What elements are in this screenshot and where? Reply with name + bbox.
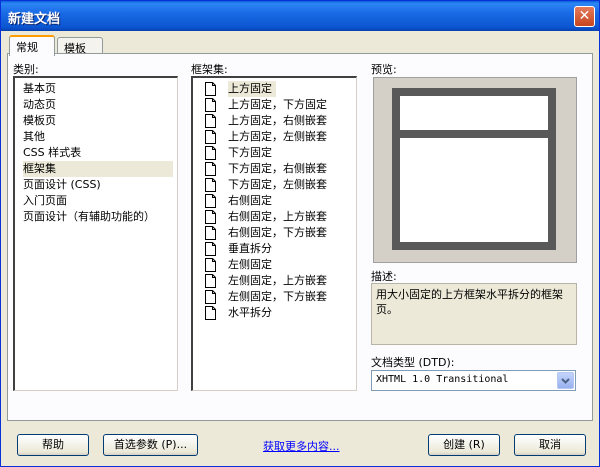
preferences-button[interactable]: 首选参数 (P)... (103, 434, 198, 456)
chevron-down-icon (561, 378, 570, 384)
create-button[interactable]: 创建 (R) (428, 434, 500, 456)
frameset-item[interactable]: 下方固定，左侧嵌套 (195, 177, 355, 193)
document-icon (205, 194, 216, 208)
frameset-item-label: 上方固定，右侧嵌套 (228, 114, 327, 127)
category-item-starter-pages[interactable]: 入门页面 (23, 193, 67, 209)
frameset-item-label: 左侧固定，下方嵌套 (228, 290, 327, 303)
window-title: 新建文档 (8, 12, 61, 27)
help-button[interactable]: 帮助 (17, 434, 89, 456)
frameset-item[interactable]: 右侧固定 (195, 193, 355, 209)
document-icon (205, 306, 216, 320)
document-icon (205, 274, 216, 288)
doctype-select[interactable]: XHTML 1.0 Transitional (371, 370, 576, 391)
frameset-item-label: 下方固定，右侧嵌套 (228, 162, 327, 175)
frameset-preview-graphic (392, 88, 556, 250)
title-bar: 新建文档 ✕ (1, 1, 599, 31)
frameset-preview (373, 77, 577, 263)
category-list[interactable]: 基本页 动态页 模板页 其他 CSS 样式表 框架集 页面设计 (CSS) 入门… (13, 76, 178, 391)
document-icon (205, 114, 216, 128)
category-item-template-page[interactable]: 模板页 (23, 113, 56, 129)
frameset-item[interactable]: 右侧固定，下方嵌套 (195, 225, 355, 241)
frameset-item-label: 上方固定，左侧嵌套 (228, 130, 327, 143)
category-item-other[interactable]: 其他 (23, 129, 45, 145)
frameset-item-label: 垂直拆分 (228, 242, 272, 255)
doctype-select-value: XHTML 1.0 Transitional (376, 374, 509, 385)
tab-general[interactable]: 常规 (9, 35, 55, 56)
description-label: 描述: (371, 270, 397, 283)
cancel-button[interactable]: 取消 (514, 434, 586, 456)
frameset-item[interactable]: 垂直拆分 (195, 241, 355, 257)
frameset-item-label: 右侧固定 (228, 194, 272, 207)
document-icon (205, 162, 216, 176)
frameset-item-label: 上方固定 (228, 81, 276, 97)
frameset-item-label: 左侧固定 (228, 258, 272, 271)
category-item-frameset[interactable]: 框架集 (23, 161, 173, 177)
category-label: 类别: (13, 63, 39, 76)
document-icon (205, 242, 216, 256)
frameset-item-label: 下方固定 (228, 146, 272, 159)
preview-label: 预览: (371, 63, 397, 76)
frameset-item-label: 上方固定，下方固定 (228, 98, 327, 111)
get-more-content-link[interactable]: 获取更多内容... (263, 438, 340, 454)
frameset-item[interactable]: 左侧固定，下方嵌套 (195, 289, 355, 305)
document-icon (205, 226, 216, 240)
document-icon (205, 258, 216, 272)
frameset-item-label: 水平拆分 (228, 306, 272, 319)
frameset-item-label: 右侧固定，下方嵌套 (228, 226, 327, 239)
frameset-item[interactable]: 下方固定，右侧嵌套 (195, 161, 355, 177)
frameset-item[interactable]: 上方固定，左侧嵌套 (195, 129, 355, 145)
description-text: 用大小固定的上方框架水平拆分的框架页。 (371, 283, 577, 345)
close-icon[interactable]: ✕ (574, 6, 595, 27)
dropdown-arrow-icon[interactable] (557, 372, 574, 389)
frameset-label: 框架集: (191, 63, 228, 76)
frameset-item-label: 左侧固定，上方嵌套 (228, 274, 327, 287)
document-icon (205, 178, 216, 192)
document-icon (205, 290, 216, 304)
category-item-css-stylesheet[interactable]: CSS 样式表 (23, 145, 81, 161)
frameset-item[interactable]: 右侧固定，上方嵌套 (195, 209, 355, 225)
category-item-page-design-accessible[interactable]: 页面设计（有辅助功能的） (23, 209, 155, 225)
frameset-item[interactable]: 下方固定 (195, 145, 355, 161)
document-icon (205, 130, 216, 144)
category-item-page-design-css[interactable]: 页面设计 (CSS) (23, 177, 101, 193)
document-icon (205, 210, 216, 224)
category-item-basic-page[interactable]: 基本页 (23, 81, 56, 97)
frameset-item-label: 右侧固定，上方嵌套 (228, 210, 327, 223)
frameset-list[interactable]: 上方固定 上方固定，下方固定 上方固定，右侧嵌套 上方固定，左侧嵌套 下方固定 … (191, 76, 357, 391)
frameset-item-label: 下方固定，左侧嵌套 (228, 178, 327, 191)
frameset-item[interactable]: 上方固定，下方固定 (195, 97, 355, 113)
tab-general-label: 常规 (16, 41, 38, 54)
doctype-label: 文档类型 (DTD): (371, 356, 455, 369)
frameset-item[interactable]: 左侧固定，上方嵌套 (195, 273, 355, 289)
new-document-dialog: 新建文档 ✕ 常规 模板 类别: 基本页 动态页 模板页 其他 CSS 样式表 … (0, 0, 600, 467)
frameset-item[interactable]: 水平拆分 (195, 305, 355, 321)
document-icon (205, 98, 216, 112)
frameset-item[interactable]: 上方固定 (195, 81, 355, 97)
document-icon (205, 82, 216, 96)
frameset-item[interactable]: 左侧固定 (195, 257, 355, 273)
document-icon (205, 146, 216, 160)
frameset-item[interactable]: 上方固定，右侧嵌套 (195, 113, 355, 129)
category-item-dynamic-page[interactable]: 动态页 (23, 97, 56, 113)
